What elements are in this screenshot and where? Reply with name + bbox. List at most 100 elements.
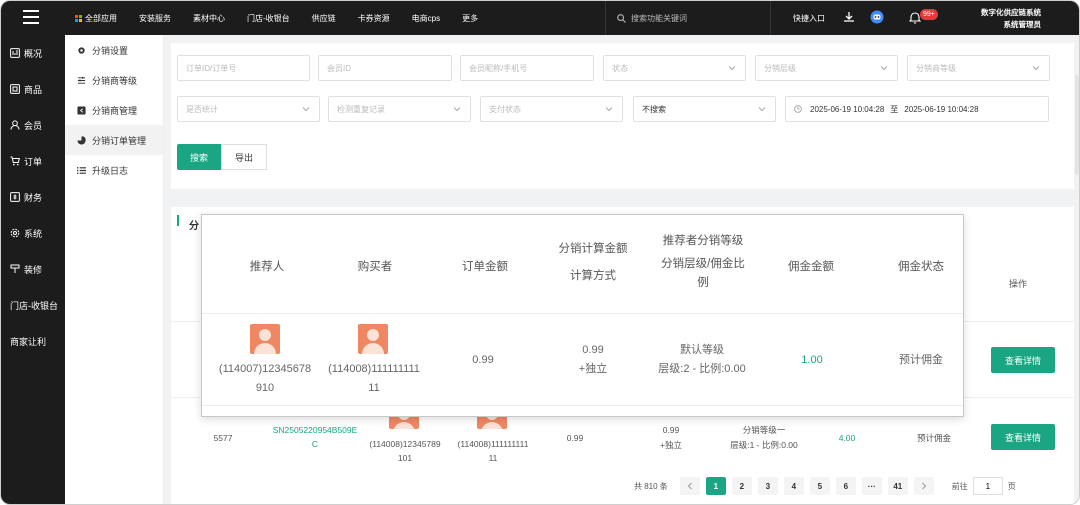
distributor-level-select[interactable]: 分销商等级: [907, 55, 1050, 81]
page-button[interactable]: 1: [705, 477, 726, 495]
view-detail-button[interactable]: 查看详情: [991, 347, 1055, 373]
level-select[interactable]: 分销层级: [755, 55, 898, 81]
popup-ratio: 层级:2 - 比例:0.00: [658, 363, 746, 375]
top-bar: 全部应用 安装服务 素材中心 门店-收银台 供应链 卡券资源 电商cps 更多 …: [1, 1, 1079, 35]
top-nav: 全部应用 安装服务 素材中心 门店-收银台 供应链 卡券资源 电商cps 更多: [75, 1, 500, 35]
list-icon: [77, 166, 86, 174]
menu-toggle-icon[interactable]: [23, 10, 39, 26]
sidebar-item-members[interactable]: 会员: [1, 107, 65, 143]
chevron-right-icon: [921, 482, 927, 490]
sidebar-item-store-cashier[interactable]: 门店-收银台: [1, 287, 65, 323]
sidebar-item-orders[interactable]: 订单: [1, 143, 65, 179]
nav-coupon-resource[interactable]: 卡券资源: [358, 13, 390, 24]
user-info[interactable]: 数字化供应链系统 系统管理员: [981, 7, 1041, 31]
cart-icon: [10, 156, 20, 166]
nav-supply-chain[interactable]: 供应链: [312, 13, 336, 24]
pie-chart-icon: [77, 135, 86, 145]
sidebar-item-system[interactable]: 系统: [1, 215, 65, 251]
member-id-input[interactable]: 会员ID: [318, 55, 452, 81]
scrollbar[interactable]: [1075, 75, 1079, 175]
sidebar-item-merchant-discount[interactable]: 商家让利: [1, 323, 65, 359]
gear-icon: [78, 46, 85, 54]
quick-entry[interactable]: 快捷入口: [793, 1, 825, 35]
top-search[interactable]: 搜索功能关键词: [617, 1, 687, 35]
product-icon: [10, 84, 20, 94]
submenu-item-distributor-levels[interactable]: 分销商等级: [65, 65, 163, 95]
popup-commission-status: 预计佣金: [899, 354, 943, 366]
member-icon: [10, 120, 20, 130]
gear-icon: [10, 228, 20, 238]
nav-material-center[interactable]: 素材中心: [193, 13, 225, 24]
nav-install-service[interactable]: 安装服务: [139, 13, 171, 24]
popup-header-commission: 佣金金额: [788, 261, 834, 273]
submenu-item-upgrade-log[interactable]: 升级日志: [65, 155, 163, 185]
apps-grid-icon: [75, 14, 82, 22]
pagination: 共 810 条 1 2 3 4 5 6 ··· 41 前往 页: [634, 477, 1016, 495]
sidebar: 概况 商品 会员 订单 财务 系统 装修 门店-收银台 商家让利: [1, 35, 65, 504]
member-nick-input[interactable]: 会员昵称/手机号: [460, 55, 594, 81]
dashboard-icon: [10, 48, 20, 58]
page-button[interactable]: 41: [887, 477, 908, 495]
view-detail-button[interactable]: 查看详情: [991, 424, 1055, 450]
popup-referrer: (114007)12345678910: [218, 363, 312, 394]
order-id-input[interactable]: 订单ID/订单号: [177, 55, 310, 81]
goto-page-input[interactable]: [972, 477, 1003, 495]
chevron-down-icon: [728, 66, 736, 71]
page-button[interactable]: 3: [757, 477, 778, 495]
date-separator: 至: [890, 104, 899, 114]
nav-more[interactable]: 更多: [462, 13, 478, 24]
time-search-select[interactable]: 不搜索: [633, 96, 776, 122]
download-icon[interactable]: [843, 11, 855, 23]
popup-level: 默认等级: [680, 344, 724, 356]
search-button[interactable]: 搜索: [177, 144, 221, 170]
nav-all-apps[interactable]: 全部应用: [75, 13, 117, 24]
total-count: 共 810 条: [634, 481, 668, 491]
nav-store-cashier[interactable]: 门店-收银台: [247, 13, 290, 24]
calc-method: +独立: [660, 440, 682, 450]
order-detail-popover: 推荐人 购买者 订单金额 分销计算金额 计算方式 推荐者分销等级 分销层级/佣金…: [201, 214, 964, 417]
divider: [605, 1, 606, 35]
status-select[interactable]: 状态: [603, 55, 746, 81]
app-window: 全部应用 安装服务 素材中心 门店-收银台 供应链 卡券资源 电商cps 更多 …: [0, 0, 1080, 505]
submenu-item-distribution-settings[interactable]: 分销设置: [65, 35, 163, 65]
sidebar-item-decoration[interactable]: 装修: [1, 251, 65, 287]
export-button[interactable]: 导出: [221, 144, 267, 170]
popup-header-level-ratio: 分销层级/佣金比例: [661, 258, 745, 289]
search-placeholder: 搜索功能关键词: [631, 13, 687, 23]
submenu-item-distribution-orders[interactable]: 分销订单管理: [65, 125, 163, 155]
page-button[interactable]: 2: [731, 477, 752, 495]
next-page-button[interactable]: [913, 477, 934, 495]
page-button[interactable]: 6: [835, 477, 856, 495]
order-number-link[interactable]: SN2505220954B509EC: [271, 423, 359, 451]
submenu-item-distributor-management[interactable]: 分销商管理: [65, 95, 163, 125]
page-button[interactable]: 4: [783, 477, 804, 495]
brush-icon: [10, 264, 20, 273]
sidebar-item-overview[interactable]: 概况: [1, 35, 65, 71]
exit-icon: [77, 105, 86, 115]
robot-icon[interactable]: [870, 10, 884, 24]
nav-ecommerce-cps[interactable]: 电商cps: [412, 13, 440, 24]
pay-status-select[interactable]: 支付状态: [480, 96, 623, 122]
notification-badge: 99+: [920, 9, 938, 20]
popup-header-referrer: 推荐人: [249, 261, 285, 273]
chevron-down-icon: [758, 107, 766, 112]
goto-page: 前往 页: [952, 477, 1016, 495]
finance-icon: [10, 192, 20, 202]
page-button[interactable]: 5: [809, 477, 830, 495]
is-stat-select[interactable]: 是否统计: [177, 96, 320, 122]
dup-check-select[interactable]: 检测重复记录: [328, 96, 471, 122]
prev-page-button[interactable]: [679, 477, 700, 495]
date-range-picker[interactable]: 2025-06-19 10:04:28 至 2025-06-19 10:04:2…: [785, 96, 1049, 122]
sidebar-item-products[interactable]: 商品: [1, 71, 65, 107]
chevron-down-icon: [1032, 66, 1040, 71]
popup-header-order-amount: 订单金额: [462, 261, 508, 273]
filter-panel: 订单ID/订单号 会员ID 会员昵称/手机号 状态 分销层级 分销商等级 是否统…: [171, 43, 1074, 189]
referrer-avatar: [250, 324, 280, 354]
buyer-avatar: [358, 324, 388, 354]
page-ellipsis[interactable]: ···: [861, 477, 882, 495]
chevron-down-icon: [880, 66, 888, 71]
title-accent-bar: [177, 215, 179, 226]
sidebar-item-finance[interactable]: 财务: [1, 179, 65, 215]
submenu: 分销设置 分销商等级 分销商管理 分销订单管理 升级日志: [65, 35, 164, 504]
popup-header-commission-status: 佣金状态: [898, 261, 944, 273]
